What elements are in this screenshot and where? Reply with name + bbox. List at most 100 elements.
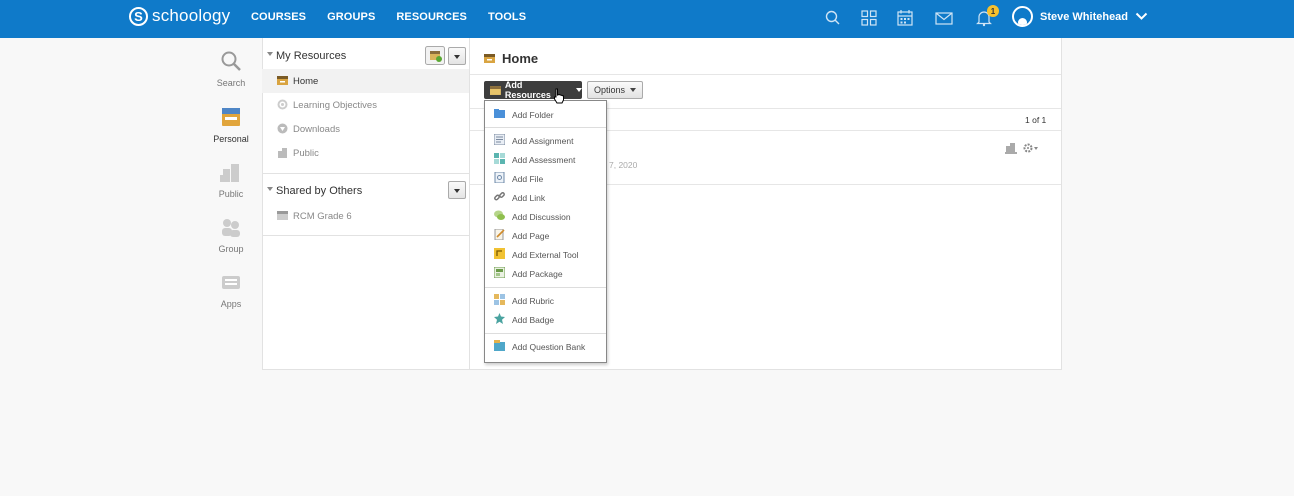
group-icon — [222, 219, 240, 237]
menu-separator — [485, 127, 606, 128]
nav-tools[interactable]: TOOLS — [488, 11, 526, 23]
menu-separator — [485, 287, 606, 288]
options-button[interactable]: Options — [587, 81, 643, 99]
caret-down-icon — [576, 88, 582, 92]
collection-icon — [277, 211, 288, 220]
resource-item-downloads[interactable]: Downloads — [262, 117, 469, 141]
menu-item-label: Add Folder — [512, 110, 554, 120]
leftnav-label: Public — [218, 189, 244, 199]
resource-item-home[interactable]: Home — [262, 69, 469, 93]
menu-item-label: Add Discussion — [512, 212, 571, 222]
nav-groups[interactable]: GROUPS — [327, 11, 375, 23]
rubric-icon — [494, 294, 505, 305]
schoology-logo[interactable]: S schoology — [129, 6, 230, 26]
leftnav-group[interactable]: Group — [205, 216, 257, 254]
resources-sidepanel: My Resources Home Learning Objectives Do… — [262, 38, 470, 370]
menu-item-add-package[interactable]: Add Package — [485, 264, 606, 283]
menu-item-add-external-tool[interactable]: Add External Tool — [485, 245, 606, 264]
caret-down-icon — [630, 88, 637, 92]
user-name: Steve Whitehead — [1040, 10, 1129, 23]
my-resources-dropdown-button[interactable] — [448, 47, 466, 65]
leftnav-label: Personal — [213, 134, 249, 144]
leftnav-search[interactable]: Search — [205, 50, 257, 88]
avatar — [1012, 6, 1033, 27]
options-label: Options — [594, 85, 626, 95]
menu-item-add-folder[interactable]: Add Folder — [485, 105, 606, 124]
external-tool-icon — [494, 248, 505, 259]
page-title-text: Home — [502, 51, 539, 66]
leftnav-label: Group — [218, 244, 244, 254]
shared-dropdown-button[interactable] — [448, 181, 466, 199]
leftnav-label: Apps — [220, 299, 242, 309]
resource-item-public[interactable]: Public — [262, 141, 469, 165]
nav-resources[interactable]: RESOURCES — [396, 11, 467, 23]
collapse-triangle-icon[interactable] — [267, 52, 273, 56]
resource-label: Public — [293, 148, 319, 159]
assignment-icon — [494, 134, 505, 145]
download-icon — [277, 123, 288, 134]
link-icon — [494, 192, 505, 201]
resource-label: Downloads — [293, 124, 340, 135]
add-resource-icon — [490, 85, 501, 95]
search-icon[interactable] — [824, 9, 842, 27]
menu-item-label: Add Question Bank — [512, 342, 586, 352]
page-icon — [494, 229, 505, 240]
menu-item-label: Add External Tool — [512, 250, 579, 260]
add-collection-icon[interactable] — [425, 46, 445, 65]
menu-item-add-question-bank[interactable]: Add Question Bank — [485, 337, 606, 356]
collapse-triangle-icon[interactable] — [267, 187, 273, 191]
leftnav-apps[interactable]: Apps — [205, 271, 257, 309]
nav-courses[interactable]: COURSES — [251, 11, 306, 23]
assessment-icon — [494, 153, 505, 164]
question-bank-icon — [494, 340, 505, 351]
menu-item-add-page[interactable]: Add Page — [485, 226, 606, 245]
section-label: Shared by Others — [276, 185, 363, 197]
resource-item-rcm-grade-6[interactable]: RCM Grade 6 — [262, 204, 469, 228]
package-icon — [494, 267, 505, 278]
menu-item-label: Add Link — [512, 193, 546, 203]
public-icon[interactable] — [1005, 142, 1017, 154]
item-date: 7, 2020 — [609, 160, 638, 170]
menu-item-add-badge[interactable]: Add Badge — [485, 310, 606, 329]
badge-icon — [494, 313, 505, 324]
leftnav-label: Search — [216, 78, 246, 88]
resource-label: RCM Grade 6 — [293, 211, 352, 222]
folder-icon — [494, 109, 505, 118]
menu-item-label: Add Rubric — [512, 296, 555, 306]
apps-grid-icon[interactable] — [860, 9, 878, 27]
page-title: Home — [484, 51, 538, 66]
messages-icon[interactable] — [935, 9, 953, 27]
section-label: My Resources — [276, 50, 347, 62]
logo-mark: S — [129, 6, 148, 26]
menu-item-add-assessment[interactable]: Add Assessment — [485, 150, 606, 169]
shared-by-others-header[interactable]: Shared by Others — [262, 173, 470, 207]
home-collection-icon — [277, 76, 288, 85]
add-resources-menu: Add Folder Add Assignment Add Assessment… — [484, 100, 607, 363]
divider — [470, 74, 1061, 75]
calendar-icon[interactable] — [896, 9, 914, 27]
leftnav-public[interactable]: Public — [205, 161, 257, 199]
leftnav-personal[interactable]: Personal — [205, 106, 257, 144]
gear-icon[interactable] — [1023, 142, 1039, 154]
top-navigation-bar: S schoology COURSES GROUPS RESOURCES TOO… — [0, 0, 1294, 38]
menu-item-add-link[interactable]: Add Link — [485, 188, 606, 207]
logo-text: schoology — [152, 6, 231, 25]
target-icon — [277, 99, 288, 110]
hand-cursor-icon — [554, 88, 564, 104]
apps-icon — [222, 276, 240, 289]
add-resources-button[interactable]: Add Resources — [484, 80, 582, 100]
main-nav: COURSES GROUPS RESOURCES TOOLS — [251, 11, 526, 23]
menu-item-add-file[interactable]: Add File — [485, 169, 606, 188]
resource-label: Learning Objectives — [293, 100, 377, 111]
user-menu[interactable]: Steve Whitehead — [1012, 6, 1148, 27]
file-icon — [494, 172, 505, 183]
menu-separator — [485, 333, 606, 334]
menu-item-add-assignment[interactable]: Add Assignment — [485, 131, 606, 150]
menu-item-add-rubric[interactable]: Add Rubric — [485, 291, 606, 310]
menu-item-add-discussion[interactable]: Add Discussion — [485, 207, 606, 226]
divider — [262, 235, 469, 236]
resource-item-learning-objectives[interactable]: Learning Objectives — [262, 93, 469, 117]
home-collection-icon — [484, 54, 495, 63]
menu-item-label: Add Assessment — [512, 155, 576, 165]
menu-item-label: Add Page — [512, 231, 550, 241]
